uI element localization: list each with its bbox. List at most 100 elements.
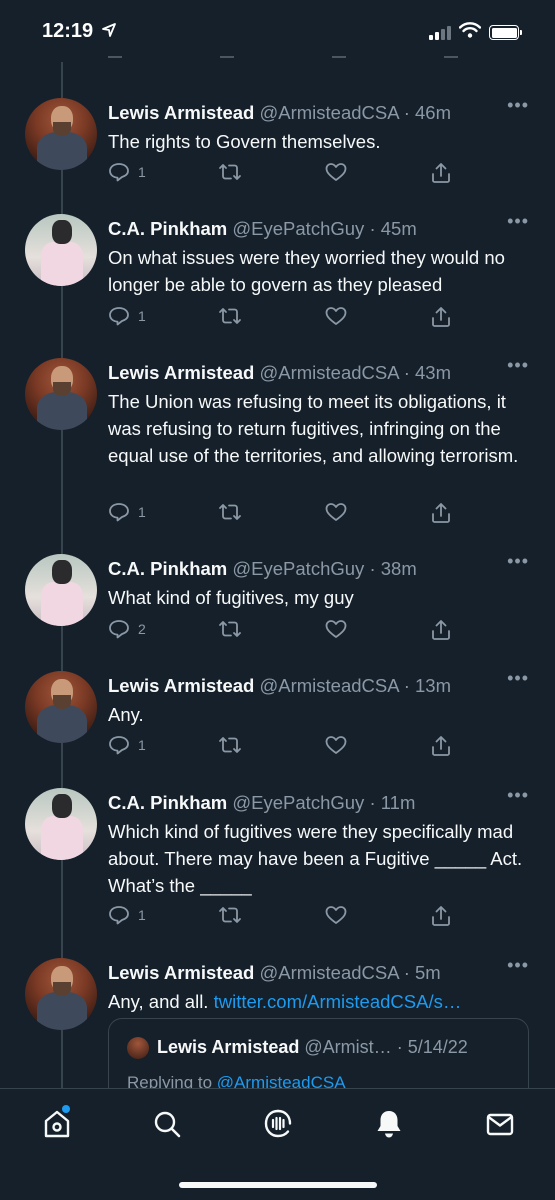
avatar[interactable]: [25, 788, 97, 860]
cellular-signal-icon: [429, 25, 451, 40]
reply-button[interactable]: 2: [108, 619, 146, 639]
heart-icon: [325, 163, 347, 181]
retweet-icon: [219, 907, 241, 923]
tweet-time: · 45m: [369, 218, 417, 239]
messages-icon[interactable]: [483, 1107, 517, 1141]
retweet-icon: [219, 308, 241, 324]
author-name[interactable]: C.A. Pinkham: [108, 558, 227, 579]
retweet-button[interactable]: [218, 162, 242, 182]
tweet[interactable]: Lewis Armistead @ArmisteadCSA · 43m ••• …: [0, 356, 555, 538]
tweet-text: What kind of fugitives, my guy: [108, 587, 354, 608]
author-handle[interactable]: @ArmisteadCSA: [259, 962, 398, 983]
reply-icon: [109, 163, 129, 182]
author-handle[interactable]: @EyePatchGuy: [232, 218, 364, 239]
tweet-text: Any, and all. twitter.com/ArmisteadCSA/s…: [108, 988, 538, 1015]
like-button[interactable]: [325, 162, 347, 182]
share-button[interactable]: [430, 502, 452, 524]
quote-time: · 5/14/22: [396, 1037, 468, 1057]
share-icon: [432, 503, 450, 523]
tweet-link[interactable]: twitter.com/ArmisteadCSA/s…: [214, 991, 462, 1012]
author-handle[interactable]: @ArmisteadCSA: [259, 362, 398, 383]
more-options-icon[interactable]: •••: [507, 786, 529, 804]
search-icon[interactable]: [150, 1107, 184, 1141]
avatar[interactable]: [25, 358, 97, 430]
quote-header: Lewis Armistead @Armist… · 5/14/22: [157, 1037, 468, 1058]
retweet-icon: [219, 737, 241, 753]
more-options-icon[interactable]: •••: [507, 669, 529, 687]
author-handle[interactable]: @EyePatchGuy: [232, 558, 364, 579]
tweet[interactable]: C.A. Pinkham @EyePatchGuy · 11m ••• Whic…: [0, 786, 555, 938]
tweet-header: C.A. Pinkham @EyePatchGuy · 38m: [108, 558, 527, 580]
author-handle[interactable]: @ArmisteadCSA: [259, 675, 398, 696]
heart-icon: [325, 620, 347, 638]
like-button[interactable]: [325, 502, 347, 522]
reply-button[interactable]: 1: [108, 162, 146, 182]
tweet-header: Lewis Armistead @ArmisteadCSA · 43m: [108, 362, 527, 384]
home-icon[interactable]: [40, 1107, 74, 1141]
author-name[interactable]: C.A. Pinkham: [108, 218, 227, 239]
retweet-button[interactable]: [218, 306, 242, 326]
like-button[interactable]: [325, 306, 347, 326]
reply-icon: [109, 736, 129, 755]
quote-author-name: Lewis Armistead: [157, 1037, 300, 1057]
reply-button[interactable]: 1: [108, 905, 146, 925]
like-button[interactable]: [325, 735, 347, 755]
share-icon: [432, 620, 450, 640]
tweet[interactable]: Lewis Armistead @ArmisteadCSA · 13m ••• …: [0, 669, 555, 771]
share-icon: [432, 163, 450, 183]
avatar[interactable]: [25, 214, 97, 286]
more-options-icon[interactable]: •••: [507, 356, 529, 374]
more-options-icon[interactable]: •••: [507, 956, 529, 974]
reply-button[interactable]: 1: [108, 735, 146, 755]
spaces-icon[interactable]: [261, 1107, 295, 1141]
retweet-button[interactable]: [218, 905, 242, 925]
author-name[interactable]: C.A. Pinkham: [108, 792, 227, 813]
share-icon: [432, 906, 450, 926]
retweet-button[interactable]: [218, 735, 242, 755]
tweet-actions: 1: [108, 502, 450, 526]
home-indicator[interactable]: [179, 1182, 377, 1188]
tweet[interactable]: C.A. Pinkham @EyePatchGuy · 38m ••• What…: [0, 552, 555, 654]
tweet-actions: 2: [108, 619, 450, 643]
tweet[interactable]: Lewis Armistead @ArmisteadCSA · 46m ••• …: [0, 96, 555, 198]
reply-count: 2: [138, 621, 146, 637]
author-name[interactable]: Lewis Armistead: [108, 962, 254, 983]
share-button[interactable]: [430, 735, 452, 757]
reply-button[interactable]: 1: [108, 502, 146, 522]
like-button[interactable]: [325, 905, 347, 925]
like-button[interactable]: [325, 619, 347, 639]
tweet-header: Lewis Armistead @ArmisteadCSA · 46m: [108, 102, 527, 124]
tweet-time: · 5m: [403, 962, 441, 983]
share-button[interactable]: [430, 306, 452, 328]
location-arrow-icon: [101, 22, 117, 43]
more-options-icon[interactable]: •••: [507, 552, 529, 570]
tweet-time: · 11m: [369, 792, 416, 813]
tweet-text: Which kind of fugitives were they specif…: [108, 821, 523, 896]
share-button[interactable]: [430, 162, 452, 184]
author-name[interactable]: Lewis Armistead: [108, 362, 254, 383]
more-options-icon[interactable]: •••: [507, 212, 529, 230]
reply-button[interactable]: 1: [108, 306, 146, 326]
notifications-icon[interactable]: [372, 1107, 406, 1141]
author-name[interactable]: Lewis Armistead: [108, 102, 254, 123]
avatar[interactable]: [25, 98, 97, 170]
more-options-icon[interactable]: •••: [507, 96, 529, 114]
share-button[interactable]: [430, 619, 452, 641]
tweet[interactable]: C.A. Pinkham @EyePatchGuy · 45m ••• On w…: [0, 212, 555, 344]
reply-count: 1: [138, 504, 146, 520]
tweet-time: · 38m: [369, 558, 417, 579]
retweet-button[interactable]: [218, 502, 242, 522]
share-button[interactable]: [430, 905, 452, 927]
author-handle[interactable]: @EyePatchGuy: [232, 792, 364, 813]
author-name[interactable]: Lewis Armistead: [108, 675, 254, 696]
heart-icon: [325, 503, 347, 521]
reply-count: 1: [138, 164, 146, 180]
avatar[interactable]: [25, 554, 97, 626]
avatar[interactable]: [25, 958, 97, 1030]
tweet-header: C.A. Pinkham @EyePatchGuy · 45m: [108, 218, 527, 240]
avatar[interactable]: [25, 671, 97, 743]
author-handle[interactable]: @ArmisteadCSA: [259, 102, 398, 123]
tweet-time: · 13m: [403, 675, 451, 696]
retweet-button[interactable]: [218, 619, 242, 639]
retweet-icon: [219, 504, 241, 520]
